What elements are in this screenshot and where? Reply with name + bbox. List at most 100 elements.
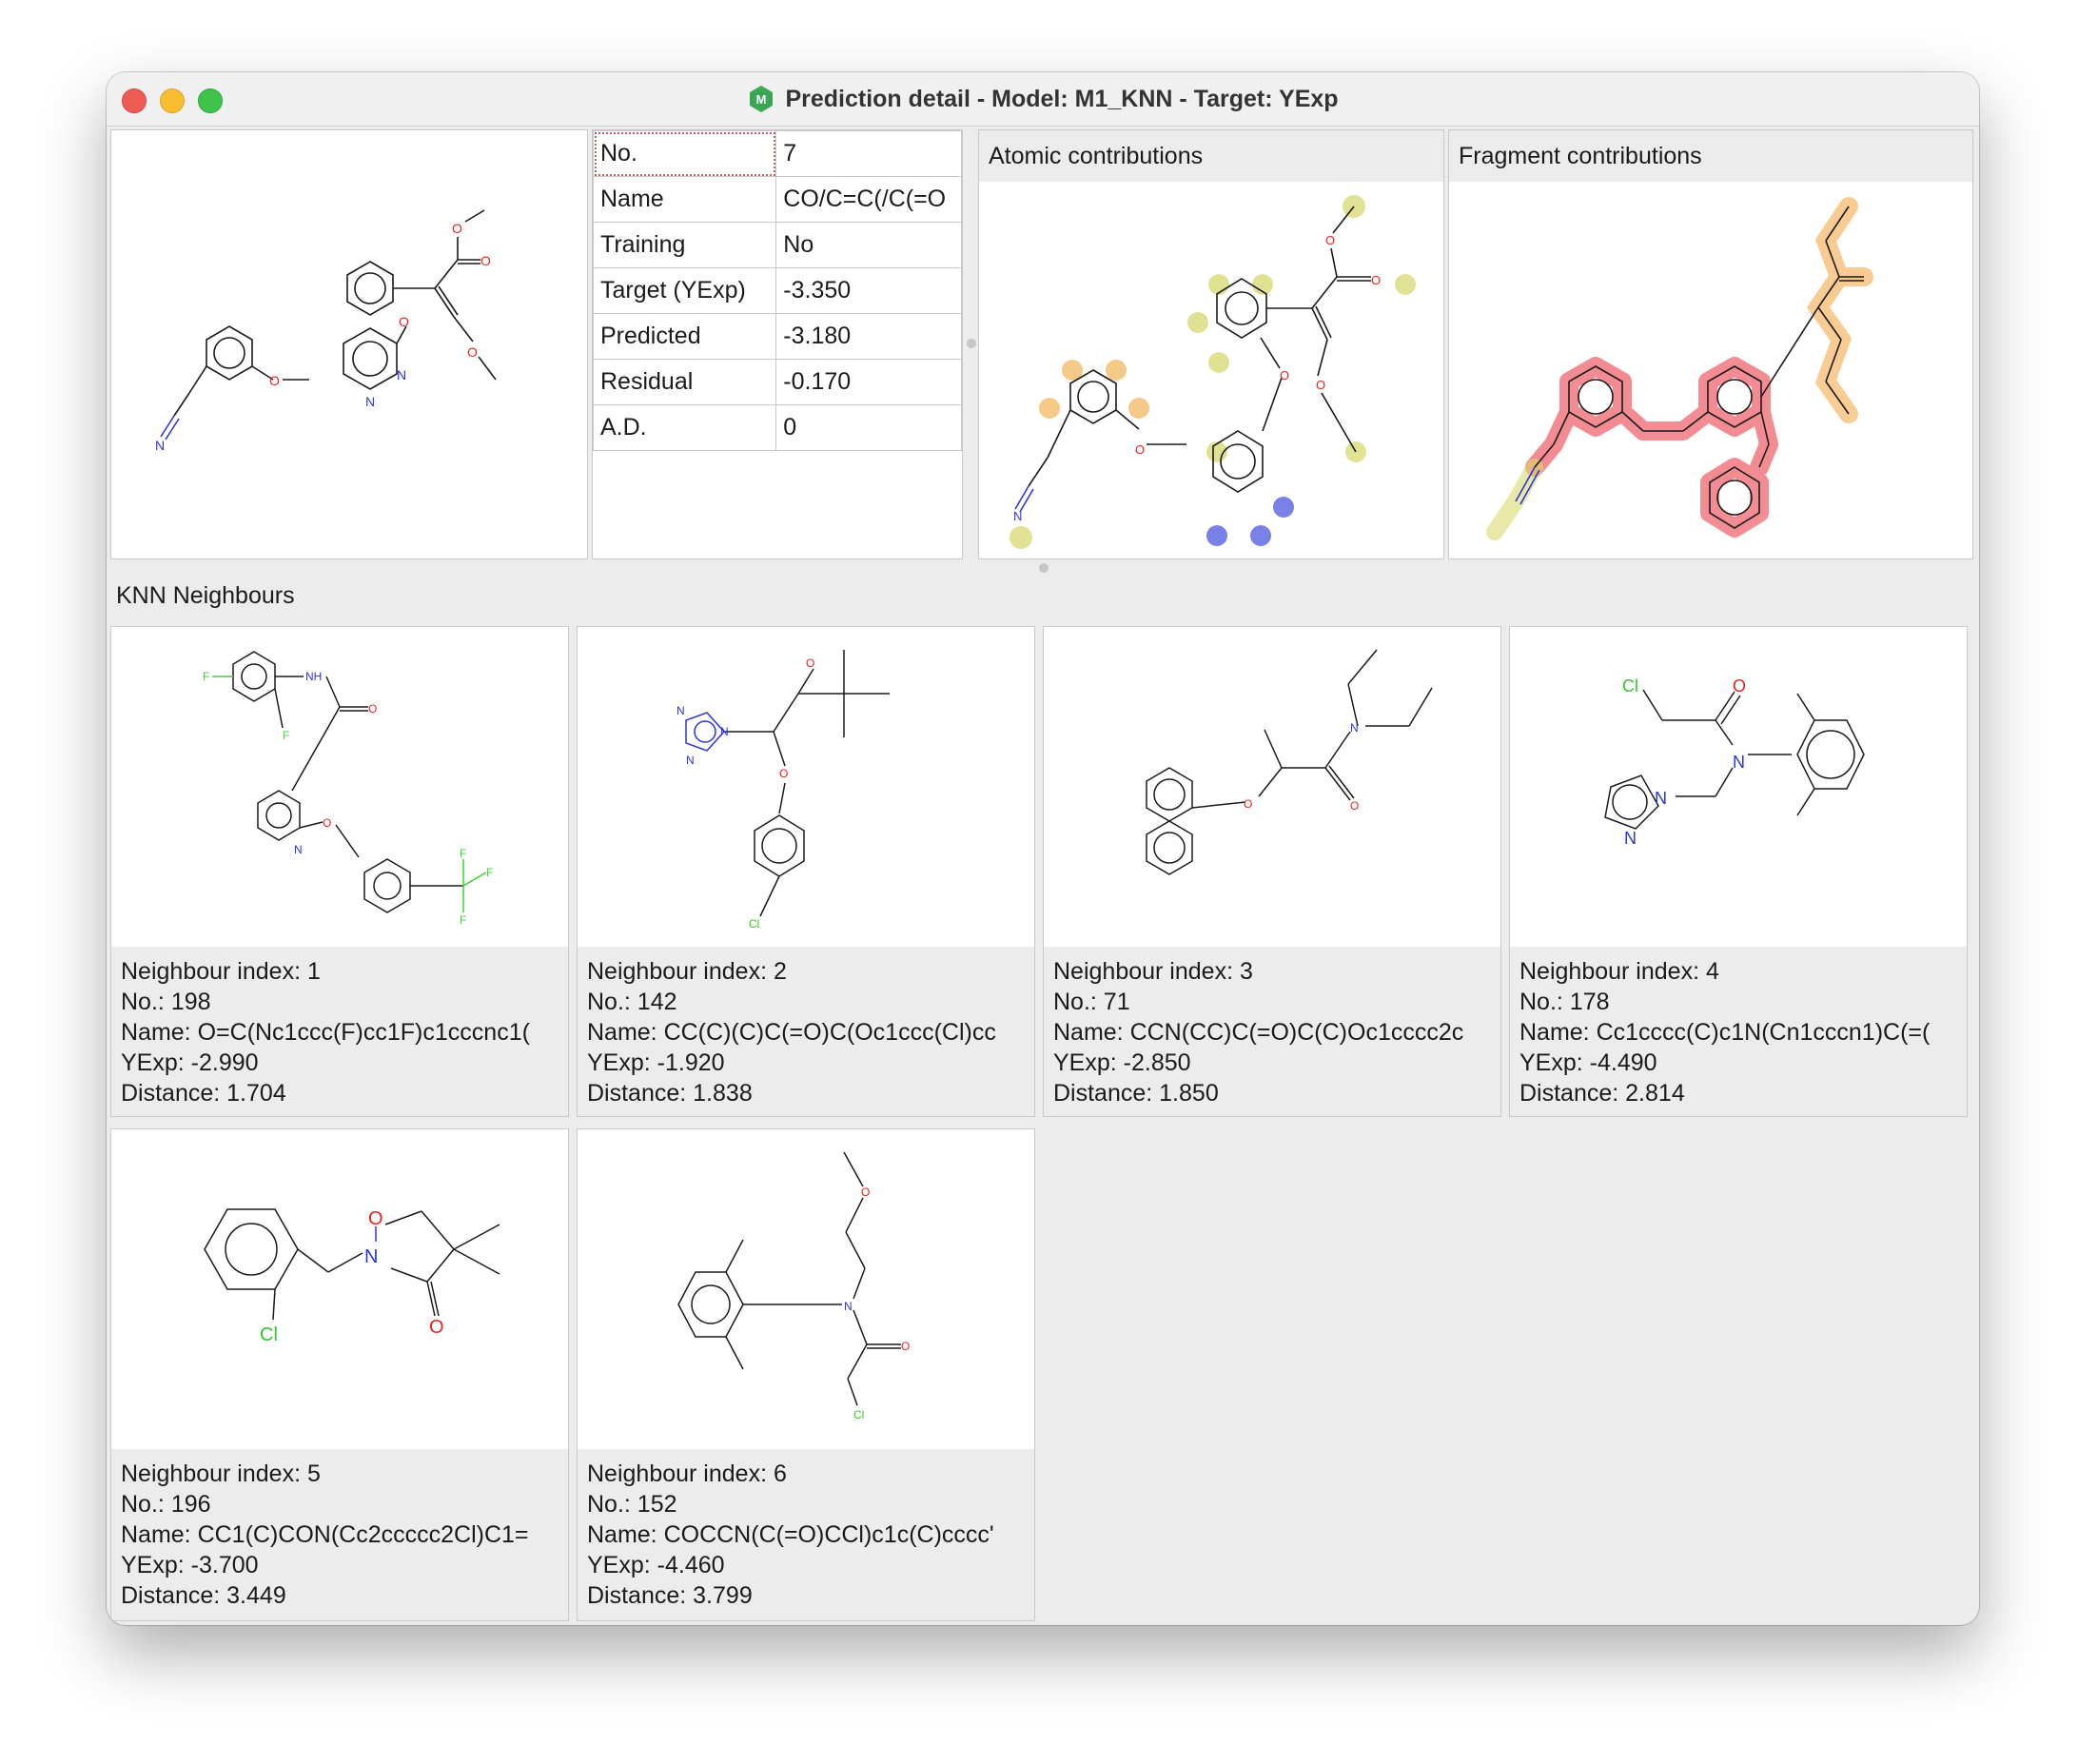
atom-label: N (364, 1246, 378, 1267)
neighbour-yexp: YExp: -4.460 (587, 1552, 725, 1578)
prediction-detail-window: M Prediction detail - Model: M1_KNN - Ta… (107, 72, 1979, 1625)
neighbour-card-1[interactable]: F F NH O O N F F F Neighbour index: 1 No… (110, 626, 569, 1117)
atom-label: N (1350, 721, 1359, 735)
neighbour-name: Name: CC(C)(C)C(=O)C(Oc1ccc(Cl)cc (587, 1019, 996, 1046)
neighbour-card-6[interactable]: N O O Cl Neighbour index: 6 No.: 152 Nam… (577, 1128, 1035, 1621)
property-key: Predicted (592, 313, 777, 360)
atom-label: N (155, 438, 165, 453)
neighbour-yexp: YExp: -2.990 (121, 1049, 259, 1076)
table-row[interactable]: Predicted -3.180 (592, 313, 962, 360)
atom-label: O (1733, 676, 1746, 696)
neighbour-number: No.: 178 (1519, 989, 1610, 1015)
atom-label: O (1280, 368, 1289, 382)
atomic-contributions-title: Atomic contributions (979, 130, 1443, 182)
neighbour-card-3[interactable]: O O N Neighbour index: 3 No.: 71 Name: C… (1043, 626, 1501, 1117)
atom-label: F (460, 913, 466, 927)
table-row[interactable]: Target (YExp) -3.350 (592, 267, 962, 314)
atom-label: F (486, 866, 493, 879)
neighbour-distance: Distance: 3.799 (587, 1582, 753, 1609)
atom-label: O (323, 816, 331, 830)
neighbour-card-5[interactable]: O N O Cl Neighbour index: 5 No.: 196 Nam… (110, 1128, 569, 1621)
atom-label: O (1135, 442, 1145, 457)
atom-label: Cl (1622, 676, 1638, 696)
neighbour-name: Name: COCCN(C(=O)CCl)c1c(C)cccc' (587, 1521, 994, 1548)
neighbour-number: No.: 152 (587, 1491, 677, 1518)
neighbour-yexp: YExp: -3.700 (121, 1552, 259, 1578)
table-row[interactable]: A.D. 0 (592, 404, 962, 451)
atom-label: O (806, 657, 814, 670)
neighbour-yexp: YExp: -1.920 (587, 1049, 725, 1076)
table-row[interactable]: Residual -0.170 (592, 359, 962, 405)
neighbour-card-2[interactable]: O O N N N Cl Neighbour index: 2 No.: 142… (577, 626, 1035, 1117)
atom-label: O (779, 767, 788, 780)
neighbour-1-structure: F F NH O O N F F F (203, 651, 493, 927)
atom-label: O (480, 253, 491, 268)
knn-neighbours-label: KNN Neighbours (116, 582, 295, 609)
property-value: 7 (775, 130, 962, 177)
vertical-splitter-handle[interactable] (967, 339, 976, 348)
atom-label: O (368, 702, 377, 715)
property-value: -3.350 (775, 267, 962, 314)
neighbour-index: Neighbour index: 1 (121, 958, 321, 985)
property-value: No (775, 222, 962, 268)
atom-label: N (844, 1300, 853, 1313)
property-key: Name (592, 176, 777, 223)
atom-label: O (399, 314, 409, 329)
property-key: Target (YExp) (592, 267, 777, 314)
neighbour-5-structure: O N O Cl (204, 1208, 500, 1345)
property-value: CO/C=C(/C(=O (775, 176, 962, 223)
atom-label: N (686, 754, 695, 767)
atom-label: O (1350, 799, 1359, 813)
molecule-structure-drawing: N O O N N O O O (155, 209, 497, 453)
atom-label: F (203, 670, 209, 683)
atom-label: O (1316, 378, 1325, 392)
fragment-contributions-title: Fragment contributions (1449, 130, 1972, 182)
neighbour-distance: Distance: 1.838 (587, 1080, 753, 1107)
atom-label: O (1371, 273, 1381, 287)
table-row[interactable]: Name CO/C=C(/C(=O (592, 176, 962, 223)
neighbour-name: Name: CCN(CC)C(=O)C(C)Oc1cccc2c (1053, 1019, 1464, 1046)
prediction-properties-table: No. 7 Name CO/C=C(/C(=O Training No Target … (592, 129, 963, 559)
atom-label: O (901, 1340, 910, 1353)
neighbour-6-structure: N O O Cl (677, 1151, 910, 1421)
atom-label: N (676, 704, 685, 717)
neighbour-name: Name: Cc1cccc(C)c1N(Cn1cccn1)C(=( (1519, 1019, 1931, 1046)
app-hexagon-icon: M (750, 86, 774, 112)
atomic-contributions-drawing: N O O O O O (1010, 195, 1416, 549)
atom-label: O (452, 221, 462, 236)
table-row[interactable]: Training No (592, 222, 962, 268)
neighbour-index: Neighbour index: 3 (1053, 958, 1253, 985)
neighbour-number: No.: 71 (1053, 989, 1130, 1015)
table-row[interactable]: No. 7 (592, 130, 962, 177)
atom-label: O (1325, 233, 1335, 247)
atom-label: O (861, 1186, 870, 1199)
neighbour-index: Neighbour index: 4 (1519, 958, 1719, 985)
atom-label: O (368, 1208, 383, 1229)
neighbour-name: Name: CC1(C)CON(Cc2ccccc2Cl)C1= (121, 1521, 529, 1548)
atom-label: Cl (853, 1408, 864, 1421)
window-title: Prediction detail - Model: M1_KNN - Targ… (785, 85, 1339, 112)
property-key: A.D. (592, 404, 777, 451)
molecule-structure-panel: N O O N N O O O (110, 129, 588, 559)
fragment-contributions-panel: Fragment contributions (1448, 129, 1973, 559)
neighbour-number: No.: 142 (587, 989, 677, 1015)
property-key: No. (592, 130, 777, 177)
neighbour-index: Neighbour index: 5 (121, 1460, 321, 1487)
neighbour-index: Neighbour index: 6 (587, 1460, 787, 1487)
neighbour-distance: Distance: 1.850 (1053, 1080, 1219, 1107)
atom-label: N (1013, 509, 1022, 523)
horizontal-splitter-handle[interactable] (1039, 563, 1049, 573)
atom-label: N (1655, 789, 1667, 808)
atom-label: O (429, 1317, 444, 1338)
atom-label: N (720, 725, 729, 738)
atom-label: N (1624, 829, 1637, 848)
atom-label: N (365, 394, 375, 409)
neighbour-yexp: YExp: -4.490 (1519, 1049, 1657, 1076)
neighbour-distance: Distance: 2.814 (1519, 1080, 1685, 1107)
property-value: -0.170 (775, 359, 962, 405)
property-value: 0 (775, 404, 962, 451)
property-value: -3.180 (775, 313, 962, 360)
atomic-contributions-panel: Atomic contributions N O O O O O (978, 129, 1444, 559)
atom-label: F (460, 847, 466, 860)
neighbour-card-4[interactable]: Cl O N N N Neighbour index: 4 No.: 178 N… (1509, 626, 1968, 1117)
